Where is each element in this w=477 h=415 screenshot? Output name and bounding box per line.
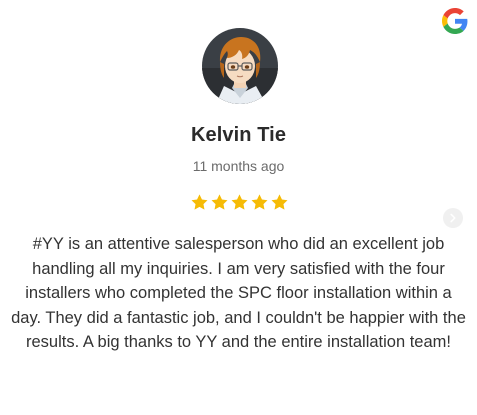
reviewer-name: Kelvin Tie bbox=[190, 124, 287, 146]
avatar bbox=[202, 28, 278, 104]
star-icon bbox=[251, 194, 268, 210]
review-text: #YY is an attentive salesperson who did … bbox=[11, 235, 466, 351]
next-review-button[interactable] bbox=[443, 208, 463, 228]
star-icon bbox=[271, 194, 288, 210]
star-icon bbox=[211, 194, 228, 210]
star-rating bbox=[190, 193, 290, 215]
review-time: 11 months ago bbox=[192, 158, 285, 174]
star-icon bbox=[191, 194, 208, 210]
google-logo-icon bbox=[442, 8, 468, 34]
star-icon bbox=[231, 194, 248, 210]
review-card: Kelvin Tie 11 months ago #YY is an atten… bbox=[0, 0, 477, 415]
chevron-right-icon bbox=[450, 213, 456, 223]
